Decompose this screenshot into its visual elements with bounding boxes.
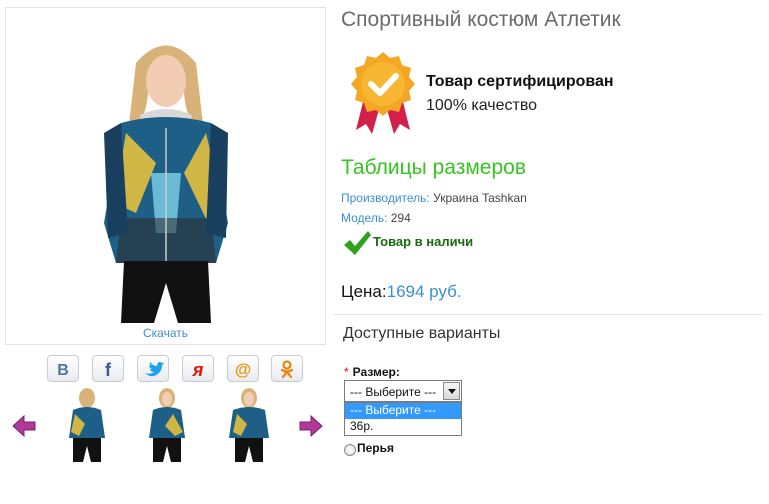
arrow-right-icon[interactable] <box>298 414 324 438</box>
arrow-left-icon[interactable] <box>11 414 37 438</box>
svg-text:я: я <box>192 360 204 379</box>
share-facebook-button[interactable]: f <box>92 355 124 382</box>
required-mark: * <box>344 365 349 379</box>
mail-ru-icon: @ <box>235 360 252 379</box>
chevron-down-icon[interactable] <box>443 382 460 400</box>
feathers-radio-label: Перья <box>357 441 395 455</box>
certificate-title: Товар сертифицирован <box>426 73 614 90</box>
twitter-icon <box>145 361 164 376</box>
svg-text:@: @ <box>235 360 252 379</box>
size-select[interactable]: --- Выберите --- <box>344 380 462 402</box>
share-twitter-button[interactable] <box>137 355 169 382</box>
vk-icon: В <box>57 362 69 379</box>
checkmark-icon <box>344 231 371 255</box>
size-select-value: --- Выберите --- <box>350 385 437 399</box>
manufacturer-row: Производитель: Украина Tashkan <box>341 191 527 205</box>
price-value: 1694 руб. <box>386 282 462 301</box>
certified-badge-icon <box>351 52 415 134</box>
divider <box>333 314 763 315</box>
yandex-icon: я <box>192 360 204 379</box>
price-label: Цена: <box>341 282 387 301</box>
available-variants-heading: Доступные варианты <box>343 325 501 342</box>
certificate-subtitle: 100% качество <box>426 97 538 114</box>
model-label[interactable]: Модель: <box>341 211 387 225</box>
share-yandex-button[interactable]: я <box>182 355 214 382</box>
share-vk-button[interactable]: В <box>47 355 79 382</box>
stock-status: Товар в наличи <box>373 234 474 249</box>
product-title: Спортивный костюм Атлетик <box>341 8 621 31</box>
size-option-placeholder[interactable]: --- Выберите --- <box>345 403 461 419</box>
thumbnail-image[interactable] <box>143 386 191 462</box>
size-table-link[interactable]: Таблицы размеров <box>341 156 526 180</box>
model-value: 294 <box>390 211 411 225</box>
size-option-label: * Размер: <box>344 365 400 379</box>
svg-text:f: f <box>105 360 112 379</box>
facebook-icon: f <box>105 360 112 379</box>
price-row: Цена:1694 руб. <box>341 282 462 302</box>
model-row: Модель: 294 <box>341 211 411 225</box>
share-mail-button[interactable]: @ <box>227 355 259 382</box>
size-select-dropdown: --- Выберите --- 36р. <box>344 402 462 436</box>
manufacturer-label[interactable]: Производитель: <box>341 191 430 205</box>
share-odnoklassniki-button[interactable] <box>271 355 303 382</box>
svg-text:В: В <box>57 362 69 379</box>
product-photo[interactable] <box>66 23 266 323</box>
main-product-image-frame: Скачать <box>5 7 326 345</box>
odnoklassniki-icon <box>280 359 294 378</box>
manufacturer-value: Украина Tashkan <box>433 191 527 205</box>
size-option-36[interactable]: 36р. <box>345 419 461 435</box>
thumbnail-image[interactable] <box>225 386 273 462</box>
radio-button[interactable] <box>344 444 356 456</box>
download-link[interactable]: Скачать <box>6 326 325 340</box>
size-label-text: Размер: <box>352 365 400 379</box>
thumbnail-image[interactable] <box>63 386 111 462</box>
